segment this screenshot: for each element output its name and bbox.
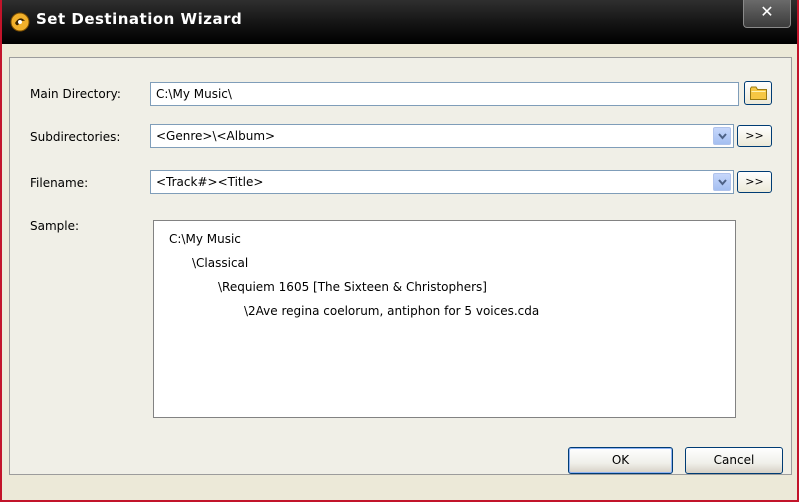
title-bar[interactable]: Set Destination Wizard ✕ [2,0,797,44]
chevron-down-icon [718,133,727,140]
dialog-window: Set Destination Wizard ✕ Main Directory:… [0,0,799,502]
filename-more-button[interactable]: >> [737,171,772,193]
browse-folder-button[interactable] [744,81,772,105]
chevron-down-icon [718,179,727,186]
filename-dropdown-button[interactable] [713,173,731,191]
window-title: Set Destination Wizard [36,10,243,28]
sample-preview: C:\My Music \Classical \Requiem 1605 [Th… [153,220,736,418]
main-directory-input[interactable]: C:\My Music\ [150,82,739,106]
subdirectories-label: Subdirectories: [30,130,121,144]
close-icon: ✕ [760,2,774,21]
subdirectories-more-button[interactable]: >> [737,125,772,147]
sample-line: \Requiem 1605 [The Sixteen & Christopher… [218,280,487,294]
filename-select[interactable]: <Track#><Title> [150,170,734,194]
close-button[interactable]: ✕ [743,0,791,28]
subdirectories-dropdown-button[interactable] [713,127,731,145]
main-directory-value: C:\My Music\ [156,87,232,101]
filename-label: Filename: [30,176,89,190]
ok-button[interactable]: OK [568,447,673,474]
subdirectories-value: <Genre>\<Album> [156,129,276,143]
sample-line: C:\My Music [169,232,241,246]
sample-line: \2Ave regina coelorum, antiphon for 5 vo… [244,304,540,318]
subdirectories-select[interactable]: <Genre>\<Album> [150,124,734,148]
sample-line: \Classical [192,256,249,270]
sample-label: Sample: [30,219,80,233]
cancel-button[interactable]: Cancel [685,447,783,474]
app-logo-icon [10,12,30,32]
filename-value: <Track#><Title> [156,175,264,189]
main-directory-label: Main Directory: [30,87,121,101]
